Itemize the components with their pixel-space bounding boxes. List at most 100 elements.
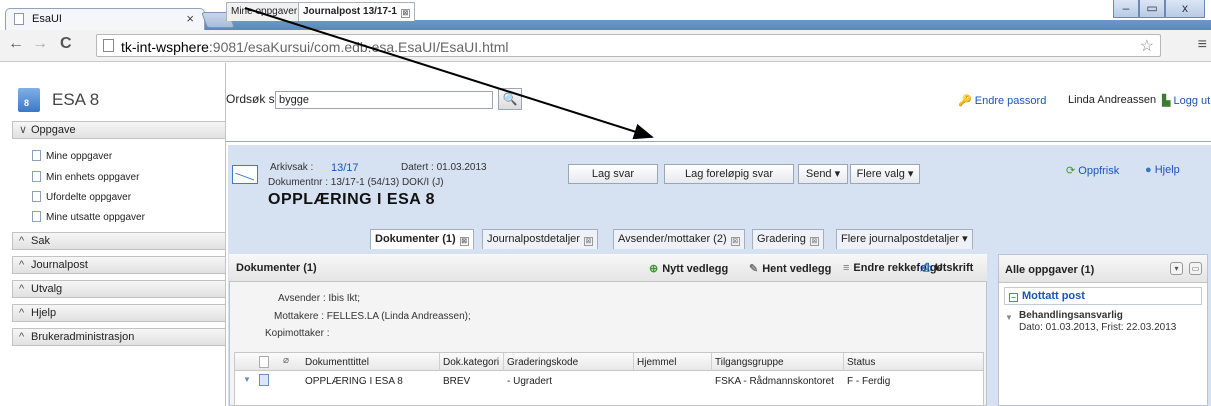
- tab-label: Avsender/mottaker (2): [618, 233, 727, 245]
- cell-dokumenttittel[interactable]: OPPLÆRING I ESA 8: [305, 376, 403, 387]
- column-header-tilgangsgruppe[interactable]: Tilgangsgruppe: [715, 357, 784, 368]
- tab-avsender-mottaker[interactable]: Avsender/mottaker (2) ⊠: [613, 229, 745, 249]
- utskrift-label: Utskrift: [934, 262, 974, 274]
- oppfrisk-link[interactable]: ⟳ Oppfrisk: [1066, 164, 1119, 177]
- sidebar-section-journalpost[interactable]: ^ Journalpost: [12, 256, 226, 274]
- arkivsak-link[interactable]: 13/17: [331, 162, 359, 174]
- tab-journalpostdetaljer[interactable]: Journalpostdetaljer ⊠: [482, 229, 598, 249]
- list-icon: ≡: [843, 262, 850, 274]
- flere-valg-dropdown[interactable]: Flere valg ▾: [850, 164, 920, 184]
- table-header: ⌀ Dokumenttittel Dok.kategori Graderings…: [235, 353, 983, 371]
- column-divider: [503, 353, 504, 371]
- close-window-button[interactable]: x: [1165, 0, 1205, 18]
- chevron-up-icon: ^: [19, 259, 25, 271]
- task-detail: Dato: 01.03.2013, Frist: 22.03.2013: [1019, 322, 1177, 333]
- mottatt-post-group[interactable]: − Mottatt post: [1004, 287, 1202, 305]
- bookmark-star-icon[interactable]: ☆: [1140, 36, 1154, 56]
- tab-label: Journalpostdetaljer: [487, 233, 580, 245]
- change-password-link[interactable]: 🔑 Endre passord: [958, 94, 1046, 107]
- url-field[interactable]: tk-int-wsphere:9081/esaKursui/com.edb.es…: [96, 34, 1161, 57]
- column-header-graderingskode[interactable]: Graderingskode: [507, 357, 578, 368]
- alle-oppgaver-header: Alle oppgaver (1) ▾ ▭: [999, 255, 1207, 283]
- titlebar-strip: [205, 20, 1211, 30]
- search-button[interactable]: 🔍: [498, 88, 522, 110]
- sidebar-section-oppgave[interactable]: ∨ Oppgave: [12, 121, 226, 139]
- column-header-dok-kategori[interactable]: Dok.kategori: [443, 357, 499, 368]
- chevron-up-icon: ^: [19, 283, 25, 295]
- hent-vedlegg-label: Hent vedlegg: [762, 263, 832, 275]
- utskrift-button[interactable]: ⎙ Utskrift: [922, 262, 973, 275]
- table-row[interactable]: ▼ OPPLÆRING I ESA 8 BREV - Ugradert FSKA…: [235, 373, 983, 389]
- arkivsak-label: Arkivsak :: [270, 162, 314, 173]
- hent-vedlegg-button[interactable]: ✎ Hent vedlegg: [749, 262, 831, 275]
- paperclip-icon: ⌀: [283, 355, 290, 366]
- menu-icon[interactable]: ≡: [1198, 36, 1207, 54]
- sidebar-section-sak[interactable]: ^ Sak: [12, 232, 226, 250]
- hjelp-link[interactable]: ● Hjelp: [1145, 164, 1180, 176]
- documents-header: Dokumenter (1) ⊕ Nytt vedlegg ✎ Hent vedle…: [229, 254, 987, 282]
- sidebar-section-hjelp[interactable]: ^ Hjelp: [12, 304, 226, 322]
- forward-icon[interactable]: →: [32, 35, 48, 53]
- send-dropdown[interactable]: Send ▾: [798, 164, 848, 184]
- tab-dokumenter[interactable]: Dokumenter (1) ⊠: [370, 229, 474, 249]
- esa-logo-icon: 8: [18, 88, 40, 112]
- sidebar-item-mine-utsatte-oppgaver[interactable]: Mine utsatte oppgaver: [32, 211, 145, 223]
- tab-close-icon[interactable]: ⊠: [809, 237, 819, 246]
- column-header-status[interactable]: Status: [847, 357, 875, 368]
- maximize-button[interactable]: ▭: [1139, 0, 1165, 18]
- logout-link[interactable]: ▙ Logg ut: [1162, 94, 1210, 107]
- printer-icon: ⎙: [922, 262, 931, 274]
- document-icon[interactable]: [259, 374, 269, 386]
- nytt-vedlegg-button[interactable]: ⊕ Nytt vedlegg: [649, 262, 728, 275]
- tab-close-icon[interactable]: ⊠: [400, 9, 410, 18]
- item-expand-icon[interactable]: ▼: [1005, 313, 1013, 322]
- column-header-hjemmel[interactable]: Hjemmel: [637, 357, 676, 368]
- cell-tilgangsgruppe: FSKA - Rådmannskontoret: [715, 376, 834, 387]
- tab-label: Mine oppgaver: [231, 6, 298, 17]
- sidebar-item-min-enhets-oppgaver[interactable]: Min enhets oppgaver: [32, 171, 139, 183]
- sidebar-section-utvalg[interactable]: ^ Utvalg: [12, 280, 226, 298]
- minimize-button[interactable]: –: [1113, 0, 1139, 18]
- tab-gradering[interactable]: Gradering ⊠: [752, 229, 824, 249]
- sidebar-item-ufordelte-oppgaver[interactable]: Ufordelte oppgaver: [32, 191, 131, 203]
- tab-close-icon[interactable]: ×: [186, 11, 194, 26]
- reload-icon[interactable]: C: [60, 35, 72, 53]
- datert-text: Datert : 01.03.2013: [401, 162, 487, 173]
- sidebar-item-mine-oppgaver[interactable]: Mine oppgaver: [32, 150, 112, 162]
- oppfrisk-label: Oppfrisk: [1078, 165, 1120, 177]
- page-icon: [103, 39, 114, 52]
- tab-flere-journalpostdetaljer[interactable]: Flere journalpostdetaljer ▾: [836, 229, 973, 249]
- sidebar-item-label: Mine oppgaver: [46, 151, 113, 162]
- chevron-up-icon: ^: [19, 235, 25, 247]
- lag-forelopig-svar-button[interactable]: Lag foreløpig svar: [664, 164, 794, 184]
- change-password-label: Endre passord: [974, 95, 1047, 107]
- search-icon: 🔍: [502, 92, 518, 106]
- window-controls: – ▭ x: [1113, 0, 1205, 20]
- sidebar-section-brukeradministrasjon[interactable]: ^ Brukeradministrasjon: [12, 328, 226, 346]
- tab-journalpost[interactable]: Journalpost 13/17-1 ⊠: [298, 2, 415, 21]
- sidebar-item-label: Min enhets oppgaver: [46, 172, 140, 183]
- browser-tab[interactable]: EsaUI ×: [5, 8, 205, 30]
- row-expand-icon[interactable]: ▼: [243, 375, 251, 384]
- document-icon: [32, 171, 41, 182]
- sidebar-section-label: Utvalg: [31, 283, 63, 295]
- key-icon: 🔑: [958, 95, 972, 107]
- tab-close-icon[interactable]: ⊠: [730, 237, 740, 246]
- column-divider: [711, 353, 712, 371]
- sidebar-section-label: Oppgave: [31, 124, 76, 136]
- task-title[interactable]: Behandlingsansvarlig: [1019, 310, 1123, 321]
- lag-svar-button[interactable]: Lag svar: [568, 164, 658, 184]
- refresh-icon: ⟳: [1066, 165, 1076, 177]
- chevron-down-icon[interactable]: ▾: [1170, 262, 1183, 275]
- maximize-icon[interactable]: ▭: [1189, 262, 1202, 275]
- back-icon[interactable]: ←: [8, 35, 24, 53]
- tab-close-icon[interactable]: ⊠: [583, 237, 593, 246]
- cell-status: F - Ferdig: [847, 376, 891, 387]
- tab-close-icon[interactable]: ⊠: [459, 237, 469, 246]
- tab-label: Journalpost 13/17-1: [303, 6, 397, 17]
- column-header-dokumenttittel[interactable]: Dokumenttittel: [305, 357, 369, 368]
- mottatt-post-label: Mottatt post: [1022, 290, 1085, 302]
- collapse-icon: −: [1009, 293, 1018, 302]
- app-tabbar: [226, 121, 1211, 142]
- search-input[interactable]: bygge: [275, 91, 493, 109]
